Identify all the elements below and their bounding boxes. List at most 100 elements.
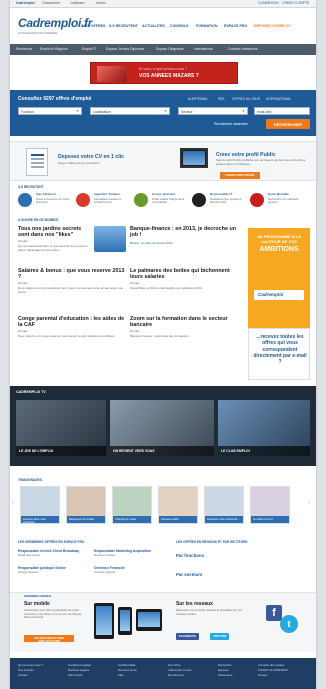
footer-col: Recherche Espaces Partenaires	[218, 663, 232, 677]
footer-link[interactable]: Groupe	[258, 673, 288, 678]
recruiter-logo	[76, 193, 90, 207]
subnav-freelances[interactable]: Contrats freelances	[228, 47, 257, 51]
carousel-card[interactable]: Revenez dans votre entreprise	[20, 486, 60, 524]
international-link[interactable]: INTERNATIONAL	[266, 97, 291, 101]
recruiter-item[interactable]: Ineo Infracom Poste experience sur toute…	[18, 192, 76, 214]
by-function-link[interactable]: Par fonctions	[176, 553, 204, 559]
top-tab-autres[interactable]: Autres	[96, 1, 106, 5]
top-ad-banner[interactable]: Et vous, a quoi pensez-vous ? VOS ANNEES…	[90, 62, 238, 84]
search-title: Consultez 9297 offres d'emploi	[18, 96, 92, 102]
cv-title[interactable]: Deposez votre CV en 1 clic	[58, 154, 124, 161]
deposit-cv-cta[interactable]: DEPOSEZ VOTRE CV	[254, 24, 291, 28]
download-apps-button[interactable]: TELECHARGEZ NOS APPLICATIONS	[24, 635, 74, 643]
news-headline[interactable]: Le palmares des boites qui bichonnent le…	[130, 268, 242, 281]
secteur-select[interactable]: Secteur ▼	[178, 107, 248, 115]
offer-detail: Retail assurances	[18, 553, 41, 557]
video-section: CADREMPLOI TV LE JDE DE L'EMPLOI ON REVI…	[10, 386, 316, 466]
carousel-card[interactable]: Changer de metier	[112, 486, 152, 524]
news-headline[interactable]: Banque-finance : en 2013, je decroche un…	[130, 226, 242, 239]
page: Cadremploi Classement JobBoard Autres CO…	[10, 0, 316, 689]
carousel-card[interactable]: Nouveau cadre	[158, 486, 198, 524]
footer-col: Conditions legales Mentions legales Plan…	[68, 663, 91, 677]
footer-col: Nos offres Cadremploi & vous Recrutement	[168, 663, 192, 677]
site-header: Cadremploi.fr ACCELERATEUR DE CARRIERE N…	[10, 8, 316, 44]
site-logo[interactable]: Cadremploi.fr	[18, 16, 92, 31]
footer-link[interactable]: Recrutement	[168, 673, 192, 678]
subnav-emploi-regions[interactable]: Emploi et Regions	[40, 47, 68, 51]
create-profile-button[interactable]: CREER MON PROFIL	[220, 172, 260, 179]
keywords-input[interactable]: mots-cles	[254, 107, 310, 115]
localisation-select[interactable]: Localisation ▼	[90, 107, 170, 115]
news-meta: 13 mars	[18, 330, 28, 333]
news-headline[interactable]: Tous nos jardins secrets sont dans nos "…	[18, 226, 88, 239]
footer-link[interactable]: Contact	[18, 673, 43, 678]
footer-link[interactable]: Aide	[118, 673, 137, 678]
offres-du-jour-link[interactable]: OFFRES DU JOUR	[232, 97, 260, 101]
computer-icon	[180, 148, 208, 168]
footer-link[interactable]: Plan du site	[68, 673, 91, 678]
news-headline[interactable]: Zoom sur la formation dans le secteur ba…	[130, 316, 242, 329]
news-link[interactable]: Banque : les offres de carrieres 2013	[130, 242, 242, 245]
recruiters-label: ILS RECRUTENT	[18, 185, 44, 189]
top-tab-jobboard[interactable]: JobBoard	[70, 1, 85, 5]
footer-link[interactable]: Partenaires	[218, 673, 232, 678]
twitter-button[interactable]: TWITTER	[210, 633, 230, 640]
recruiter-item[interactable]: Responsable IT Realisation des projets e…	[192, 192, 250, 214]
footer-link[interactable]: Donnees perso	[118, 668, 137, 673]
news-headline[interactable]: Salaires & bonus : que vous reserve 2013…	[18, 268, 126, 281]
advanced-search-link[interactable]: Recherche avancee	[214, 122, 248, 127]
login-link[interactable]: CONNEXION	[258, 1, 279, 5]
news-meta: 12 mars	[130, 330, 140, 333]
video-thumbnail[interactable]: LE CLUB EMPLOI	[218, 400, 310, 456]
chevron-right-icon[interactable]: ›	[308, 500, 310, 508]
recruiter-item[interactable]: Assist. direction Poste salarie charge d…	[134, 192, 192, 214]
carousel-card[interactable]: Je refais mon CV	[250, 486, 290, 524]
fonction-select[interactable]: Fonction ▼	[18, 107, 82, 115]
chevron-left-icon[interactable]: ‹	[12, 500, 14, 508]
news-headline[interactable]: Conge parental d'education : les aides d…	[18, 316, 126, 329]
recruiter-item[interactable]: Ecole Normale Recherche d'un directeur g…	[250, 192, 308, 214]
profile-text: Seul le profil Public s'affiche aux recr…	[216, 158, 306, 166]
offer-detail: Reseaux sociaux	[94, 553, 116, 557]
create-account-link[interactable]: CREER COMPTE	[282, 1, 309, 5]
nav-espace-pro[interactable]: ESPACE PRO	[224, 24, 247, 28]
subnav-dirigeants[interactable]: Espace Dirigeants	[156, 47, 184, 51]
search-button[interactable]: RECHERCHER	[266, 119, 310, 129]
testimonial-carousel: TEMOIGNAGES ‹ Revenez dans votre entrepr…	[10, 478, 316, 532]
news-image[interactable]	[94, 226, 126, 252]
recruiter-text: Realisation des projets et direction CDI	[210, 197, 242, 205]
pro-offers-title: LES DERNIERES OFFRES EN ESPACE PRO	[18, 540, 85, 544]
video-thumbnail[interactable]: LE JDE DE L'EMPLOI	[16, 400, 106, 456]
facebook-button[interactable]: FACEBOOK	[176, 633, 200, 640]
alertemail-link[interactable]: ALERTEMAIL	[188, 97, 208, 101]
recruiter-text: Poste salarie charge de la comptabilite	[152, 197, 185, 205]
subnav-emploi-it[interactable]: Emploi IT	[82, 47, 96, 51]
nav-conseils[interactable]: CONSEILS	[170, 24, 188, 28]
twitter-icon[interactable]: t	[280, 615, 298, 633]
footer-link[interactable]: Cadremploi & vous	[168, 668, 192, 673]
top-tab-cadremploi[interactable]: Cadremploi	[16, 1, 35, 5]
footer-link[interactable]: FIGARO CLASSIFIEDS	[258, 668, 288, 673]
recruiter-item[interactable]: Ingenieur Travaux Specialiste reseaux et…	[76, 192, 134, 214]
subnav-recherche[interactable]: Recherche	[16, 47, 32, 51]
nav-formation[interactable]: FORMATION	[196, 24, 218, 28]
nav-ils-recrutent[interactable]: ILS RECRUTENT	[109, 24, 138, 28]
subnav-international[interactable]: International	[194, 47, 213, 51]
site-tagline: ACCELERATEUR DE CARRIERE	[18, 32, 58, 35]
cv-subtitle: Soyez visible par les recruteurs	[58, 161, 100, 165]
nav-nos-offres[interactable]: NOS OFFRES	[82, 24, 105, 28]
subnav-jeunes-diplomes[interactable]: Espace Jeunes Diplomes	[106, 47, 144, 51]
carousel-card[interactable]: Elargissez ma retraite	[66, 486, 106, 524]
side-ad-ambitions[interactable]: UN PROGRAMME A LA HAUTEUR DE VOS AMBITIO…	[248, 228, 310, 328]
video-thumbnail[interactable]: ON REVIENT VERS VOUS	[110, 400, 214, 456]
side-ad-alerts[interactable]: ...recevez toutes les offres qui vous co…	[248, 328, 310, 380]
rss-link[interactable]: RSS	[218, 97, 225, 101]
chevron-down-icon: ▼	[164, 108, 167, 113]
tablet-icon	[94, 603, 114, 639]
facebook-icon[interactable]: f	[266, 605, 282, 621]
footer-link[interactable]: Mentions legales	[68, 668, 91, 673]
by-sector-link[interactable]: Par secteurs	[176, 572, 202, 578]
carousel-card[interactable]: Demarrez votre contrat de...	[204, 486, 244, 524]
nav-actualites[interactable]: ACTUALITES	[142, 24, 165, 28]
top-tab-classement[interactable]: Classement	[42, 1, 60, 5]
